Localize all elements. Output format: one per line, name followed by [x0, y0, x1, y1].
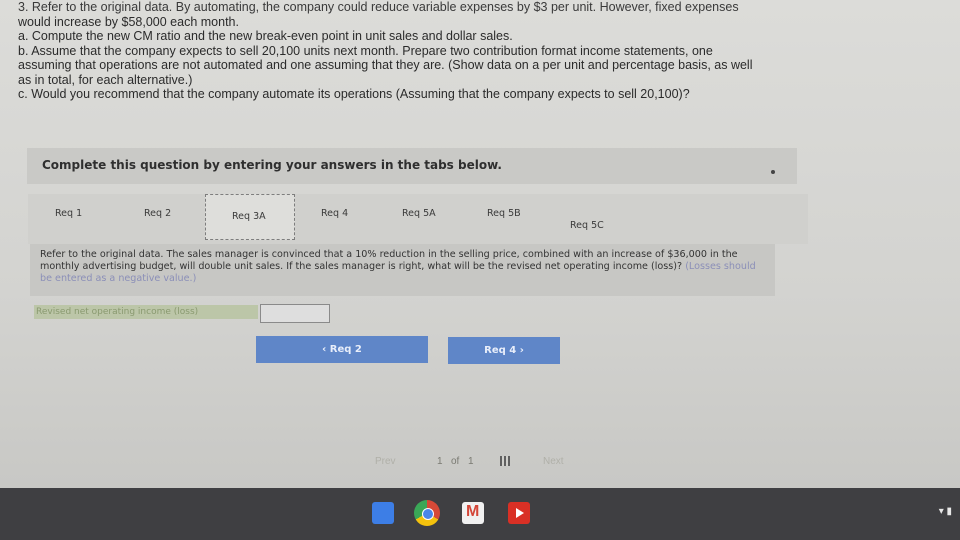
- question-line: b. Assume that the company expects to se…: [18, 43, 713, 58]
- browser-viewport: 3. Refer to the original data. By automa…: [0, 0, 960, 488]
- requirement-content: Refer to the original data. The sales ma…: [30, 244, 775, 296]
- requirement-text: Refer to the original data. The sales ma…: [40, 249, 738, 272]
- net-operating-income-input[interactable]: [260, 304, 330, 323]
- question-line: assuming that operations are not automat…: [18, 58, 753, 72]
- taskbar: ▾ ▮: [0, 488, 960, 540]
- question-line: 3. Refer to the original data. By automa…: [18, 0, 739, 14]
- system-tray[interactable]: ▾ ▮: [939, 506, 952, 517]
- pager-page: 1: [437, 456, 443, 467]
- tab-req-1[interactable]: Req 1: [55, 208, 82, 219]
- docs-icon[interactable]: [372, 502, 394, 524]
- tab-req-5c[interactable]: Req 5C: [570, 220, 604, 231]
- requirement-tabs: Req 1 Req 2 Req 3A Req 4 Req 5A Req 5B R…: [28, 194, 808, 244]
- tab-req-4[interactable]: Req 4: [321, 208, 348, 219]
- question-line: as in total, for each alternative.): [18, 72, 193, 87]
- pager-of: of: [451, 456, 460, 467]
- tab-req-2[interactable]: Req 2: [144, 208, 171, 219]
- tab-req-5a[interactable]: Req 5A: [402, 208, 436, 219]
- pager-total: 1: [468, 456, 474, 467]
- question-line: would increase by $58,000 each month.: [18, 14, 239, 29]
- chrome-icon[interactable]: [414, 500, 440, 526]
- answer-label: Revised net operating income (loss): [34, 305, 258, 319]
- tab-req-5b[interactable]: Req 5B: [487, 208, 521, 219]
- instructions-text: Complete this question by entering your …: [42, 158, 502, 172]
- question-line: a. Compute the new CM ratio and the new …: [18, 29, 513, 43]
- youtube-icon[interactable]: [508, 502, 530, 524]
- prev-req-button[interactable]: ‹ Req 2: [256, 336, 428, 363]
- pager-prev-link[interactable]: Prev: [375, 456, 396, 467]
- instructions-banner: Complete this question by entering your …: [27, 148, 797, 184]
- pager-next-link[interactable]: Next: [543, 456, 564, 467]
- dot-icon: [771, 170, 775, 174]
- tab-req-3a[interactable]: Req 3A: [205, 194, 295, 240]
- question-text: 3. Refer to the original data. By automa…: [18, 0, 898, 102]
- grid-icon[interactable]: [500, 456, 510, 466]
- next-req-button[interactable]: Req 4 ›: [448, 337, 560, 364]
- question-line: c. Would you recommend that the company …: [18, 87, 690, 101]
- gmail-icon[interactable]: [462, 502, 484, 524]
